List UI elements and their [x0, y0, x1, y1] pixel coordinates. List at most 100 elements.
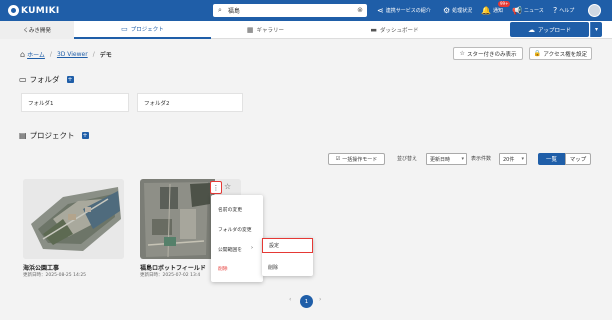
megaphone-icon: 📢 — [512, 6, 522, 15]
cloud-upload-icon: ☁ — [527, 25, 535, 34]
top-bar: KUMIKI ⌕ 福島 ⊗ ⋖ 連携サービスの紹介 ⚙ 処理状況 🔔 通知 99… — [0, 0, 612, 21]
project-updated: 更新日時：2025-08-25 14:25 — [23, 273, 87, 278]
tab-dashboard[interactable]: ▬ ダッシュボード — [320, 21, 469, 39]
breadcrumb-current: デモ — [99, 52, 112, 59]
next-page-button[interactable]: › — [319, 296, 321, 303]
more-options-button[interactable]: ⋮ — [210, 181, 222, 194]
list-view-button[interactable]: 一覧 — [538, 153, 565, 165]
logo-mark-icon — [8, 5, 19, 16]
star-icon: ☆ — [459, 50, 465, 57]
project-name[interactable]: 福島ロボットフィールド — [140, 263, 206, 272]
chevron-down-icon: ▾ — [594, 26, 598, 33]
avatar[interactable] — [588, 4, 601, 17]
folders-heading: ▭ フォルダ + — [19, 74, 74, 85]
breadcrumb-separator: / — [49, 51, 52, 58]
processing-link[interactable]: ⚙ 処理状況 — [443, 5, 472, 16]
clear-search-icon[interactable]: ⊗ — [357, 6, 363, 14]
news-link[interactable]: 📢 ニュース — [512, 5, 544, 16]
more-vertical-icon: ⋮ — [212, 183, 220, 192]
tab-home-label: くみき開発 — [23, 28, 51, 34]
share-icon: ⋖ — [377, 6, 384, 15]
per-page-select[interactable]: 20件 ▾ — [499, 153, 527, 165]
map-view-button[interactable]: マップ — [565, 153, 591, 165]
sort-label: 並び替え — [397, 156, 418, 162]
page-current[interactable]: 1 — [300, 295, 313, 308]
folder-name: フォルダ1 — [28, 100, 54, 107]
chevron-down-icon: ▾ — [461, 156, 464, 162]
news-label: ニュース — [523, 8, 544, 14]
folder-item[interactable]: フォルダ2 — [137, 93, 243, 112]
project-thumbnail[interactable] — [23, 179, 124, 259]
breadcrumb: ⌂ ホーム / 3D Viewer / デモ — [20, 50, 112, 59]
page-current-label: 1 — [304, 298, 309, 305]
notification-badge: 99+ — [498, 1, 511, 7]
map-view-label: マップ — [569, 157, 587, 163]
upload-dropdown-button[interactable]: ▾ — [590, 22, 602, 37]
projects-heading: ▤ プロジェクト + — [19, 130, 89, 141]
monitor-icon: ▬ — [370, 26, 378, 34]
per-page-value: 20件 — [503, 156, 515, 163]
menu-item-visibility-label: 公開範囲を — [218, 248, 242, 253]
search-icon: ⌕ — [218, 6, 222, 14]
chevron-right-icon: › — [251, 245, 253, 251]
grid-icon: ▦ — [246, 26, 254, 34]
starred-only-button[interactable]: ☆ スター付きのみ表示 — [453, 47, 523, 60]
project-name[interactable]: 海浜公園工事 — [23, 263, 59, 272]
bulk-mode-label: 一括操作モード — [342, 156, 378, 163]
star-icon[interactable]: ☆ — [224, 182, 231, 191]
help-link[interactable]: ? ヘルプ — [553, 5, 574, 16]
submenu-item-delete[interactable]: 削除 — [268, 264, 278, 271]
submenu-item-set[interactable]: 設定 — [262, 238, 313, 253]
projects-icon: ▤ — [19, 131, 27, 140]
menu-item-delete[interactable]: 削除 — [218, 265, 228, 272]
tab-gallery-label: ギャラリー — [256, 28, 285, 34]
breadcrumb-viewer[interactable]: 3D Viewer — [57, 51, 88, 58]
tab-project[interactable]: ▭ プロジェクト — [74, 21, 211, 39]
notifications-label: 通知 — [492, 8, 503, 14]
checkbox-icon: ☑ — [335, 156, 341, 162]
context-menu: 名前の変更 フォルダの変更 公開範囲を › 削除 — [211, 195, 263, 282]
folders-title: フォルダ — [29, 75, 60, 84]
search-input[interactable]: 福島 — [228, 6, 240, 15]
breadcrumb-home[interactable]: ホーム — [27, 50, 45, 59]
tab-gallery[interactable]: ▦ ギャラリー — [211, 21, 320, 39]
menu-item-change-folder[interactable]: フォルダの変更 — [218, 226, 252, 233]
folder-icon: ▭ — [121, 25, 128, 33]
aerial-model-image — [23, 179, 124, 259]
prev-page-button[interactable]: ‹ — [289, 296, 291, 303]
sort-value: 更新日時 — [430, 156, 451, 163]
folder-item[interactable]: フォルダ1 — [21, 93, 129, 112]
menu-item-visibility[interactable]: 公開範囲を › — [218, 245, 253, 253]
folder-name: フォルダ2 — [144, 100, 170, 107]
per-page-label: 表示件数 — [471, 156, 492, 162]
tab-home[interactable]: くみき開発 — [0, 21, 74, 39]
integration-link[interactable]: ⋖ 連携サービスの紹介 — [377, 5, 431, 16]
upload-label: アップロード — [537, 27, 571, 34]
gear-icon: ⚙ — [443, 6, 451, 15]
processing-label: 処理状況 — [452, 8, 473, 14]
integration-label: 連携サービスの紹介 — [385, 8, 431, 14]
lock-icon: 🔒 — [533, 50, 542, 57]
tab-dashboard-label: ダッシュボード — [380, 28, 419, 34]
bulk-mode-button[interactable]: ☑ 一括操作モード — [328, 153, 385, 165]
tab-project-label: プロジェクト — [130, 27, 164, 33]
submenu-item-set-label: 設定 — [269, 243, 280, 249]
chevron-down-icon: ▾ — [521, 156, 524, 162]
set-access-button[interactable]: 🔒 アクセス権を設定 — [529, 47, 592, 60]
set-access-label: アクセス権を設定 — [543, 51, 588, 58]
menu-item-rename[interactable]: 名前の変更 — [218, 206, 242, 213]
list-view-label: 一覧 — [545, 157, 557, 163]
projects-title: プロジェクト — [29, 131, 75, 140]
search-box[interactable]: ⌕ 福島 ⊗ — [213, 4, 367, 17]
home-icon: ⌂ — [20, 50, 26, 59]
project-updated: 更新日時：2025-07-02 13:4 — [140, 273, 201, 278]
kumiki-logo[interactable]: KUMIKI — [8, 4, 60, 17]
logo-text: KUMIKI — [21, 5, 60, 16]
breadcrumb-separator: / — [92, 51, 95, 58]
upload-button[interactable]: ☁ アップロード — [510, 22, 589, 37]
add-folder-button[interactable]: + — [66, 76, 74, 83]
sort-select[interactable]: 更新日時 ▾ — [426, 153, 467, 165]
help-label: ヘルプ — [559, 8, 575, 14]
bell-icon: 🔔 — [481, 6, 491, 15]
add-project-button[interactable]: + — [81, 132, 89, 139]
